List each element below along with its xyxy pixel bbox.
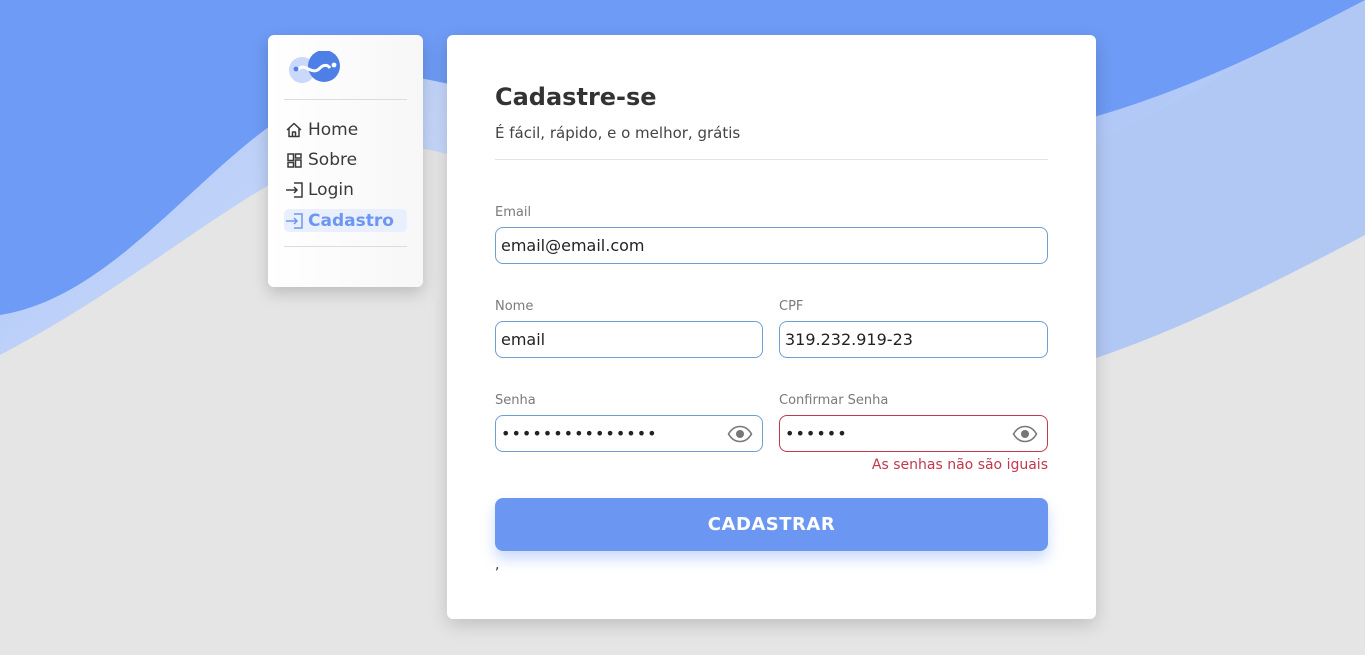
email-field[interactable]: email@email.com	[495, 227, 1048, 264]
nome-label: Nome	[495, 299, 534, 314]
sidebar-nav: Home Sobre Login Cadastro	[284, 115, 407, 232]
sidebar-item-cadastro[interactable]: Cadastro	[284, 209, 407, 232]
trailing-text: ,	[495, 557, 500, 573]
confirm-password-field-group: Confirmar Senha •••••• As senhas não são…	[779, 392, 1048, 473]
sidebar-item-label: Home	[308, 120, 359, 140]
login-icon	[284, 211, 304, 231]
sidebar-item-label: Login	[308, 180, 354, 200]
email-field-group: Email email@email.com	[495, 204, 1048, 264]
sidebar-divider	[284, 99, 407, 100]
nome-value: email	[501, 330, 546, 349]
page-subtitle: É fácil, rápido, e o melhor, grátis	[495, 124, 741, 142]
page-title: Cadastre-se	[495, 83, 657, 111]
cpf-value: 319.232.919-23	[785, 330, 913, 349]
cadastrar-button[interactable]: CADASTRAR	[495, 498, 1048, 551]
email-label: Email	[495, 205, 532, 220]
logo-icon	[289, 51, 340, 83]
email-value: email@email.com	[501, 236, 645, 255]
confirm-password-value: ••••••	[785, 424, 848, 443]
password-value: •••••••••••••••	[501, 424, 658, 443]
sidebar-item-label: Sobre	[308, 150, 358, 170]
sidebar-item-home[interactable]: Home	[284, 115, 407, 145]
confirm-password-field[interactable]: ••••••	[779, 415, 1048, 452]
password-field[interactable]: •••••••••••••••	[495, 415, 763, 452]
nome-field[interactable]: email	[495, 321, 763, 358]
eye-icon[interactable]	[727, 425, 753, 443]
cpf-label: CPF	[779, 299, 804, 314]
sidebar-item-sobre[interactable]: Sobre	[284, 145, 407, 175]
confirm-password-label: Confirmar Senha	[779, 393, 889, 408]
cpf-field-group: CPF 319.232.919-23	[779, 298, 1048, 358]
cpf-field[interactable]: 319.232.919-23	[779, 321, 1048, 358]
signup-card: Cadastre-se É fácil, rápido, e o melhor,…	[447, 35, 1096, 619]
senha-label: Senha	[495, 393, 536, 408]
eye-icon[interactable]	[1012, 425, 1038, 443]
sidebar-divider	[284, 246, 407, 247]
nome-field-group: Nome email	[495, 298, 763, 358]
senha-field-group: Senha •••••••••••••••	[495, 392, 763, 452]
sidebar-item-label: Cadastro	[308, 210, 394, 231]
login-icon	[284, 180, 304, 200]
home-icon	[284, 120, 304, 140]
sidebar: Home Sobre Login Cadastro	[268, 35, 423, 287]
sidebar-item-login[interactable]: Login	[284, 175, 407, 205]
card-divider	[495, 159, 1048, 160]
password-mismatch-error: As senhas não são iguais	[871, 457, 1048, 473]
dashboard-icon	[284, 150, 304, 170]
